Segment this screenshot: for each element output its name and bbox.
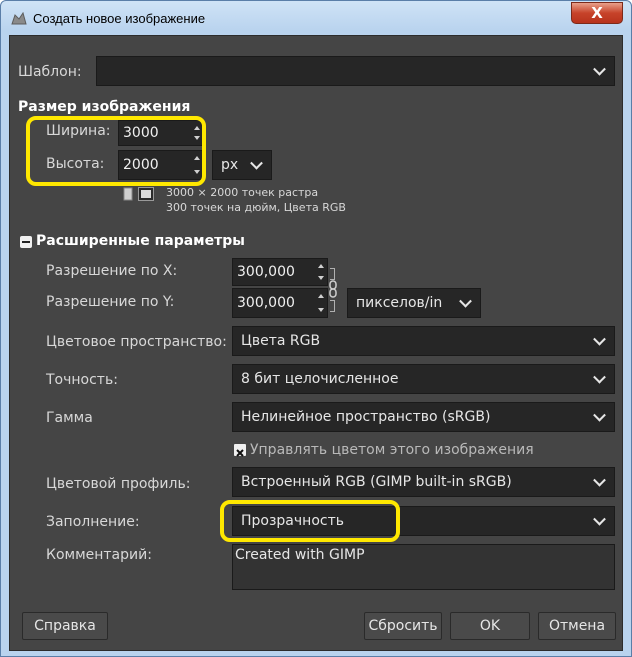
title-bar[interactable]: Создать новое изображение X xyxy=(1,1,631,35)
xres-label: Разрешение по X: xyxy=(46,263,178,279)
unit-value: px xyxy=(221,157,239,173)
manage-color-checkbox[interactable] xyxy=(234,444,246,457)
fill-highlight xyxy=(220,500,400,542)
dialog-window: Создать новое изображение X Шаблон: Разм… xyxy=(0,0,632,657)
chevron-down-icon xyxy=(250,156,263,170)
landscape-icon[interactable] xyxy=(138,187,154,201)
fill-label: Заполнение: xyxy=(46,514,140,530)
yres-stepper[interactable] xyxy=(315,289,327,317)
comment-label: Комментарий: xyxy=(46,547,152,563)
ok-button[interactable]: OK xyxy=(450,612,530,640)
image-info-pixels: 3000 × 2000 точек растра xyxy=(166,186,319,199)
xres-stepper[interactable] xyxy=(315,259,327,285)
chevron-down-icon xyxy=(593,62,606,76)
profile-combo[interactable]: Встроенный RGB (GIMP built-in sRGB) xyxy=(232,467,615,497)
window-title: Создать новое изображение xyxy=(33,11,206,26)
comment-textarea[interactable]: Created with GIMP xyxy=(232,544,615,590)
chevron-down-icon xyxy=(593,332,606,346)
xres-value: 300,000 xyxy=(237,264,295,280)
image-size-heading: Размер изображения xyxy=(18,99,191,115)
gamma-value: Нелинейное пространство (sRGB) xyxy=(241,409,491,425)
help-button[interactable]: Справка xyxy=(22,612,108,640)
colorspace-value: Цвета RGB xyxy=(241,333,321,349)
profile-value: Встроенный RGB (GIMP built-in sRGB) xyxy=(241,474,512,490)
chevron-down-icon xyxy=(593,370,606,384)
manage-color-label[interactable]: Управлять цветом этого изображения xyxy=(250,442,534,458)
cancel-button[interactable]: Отмена xyxy=(538,612,616,640)
colorspace-combo[interactable]: Цвета RGB xyxy=(232,326,615,356)
colorspace-label: Цветовое пространство: xyxy=(46,334,227,350)
chevron-down-icon xyxy=(459,294,472,308)
collapse-icon[interactable] xyxy=(20,236,32,248)
yres-spinbox[interactable]: 300,000 xyxy=(232,288,328,318)
resolution-unit-combo[interactable]: пикселов/in xyxy=(347,288,481,318)
profile-label: Цветовой профиль: xyxy=(46,476,191,492)
width-height-highlight xyxy=(26,116,206,186)
close-button[interactable]: X xyxy=(571,2,623,24)
gimp-app-icon xyxy=(11,12,27,25)
image-info-resolution: 300 точек на дюйм, Цвета RGB xyxy=(166,201,346,214)
gamma-combo[interactable]: Нелинейное пространство (sRGB) xyxy=(232,402,615,432)
precision-label: Точность: xyxy=(46,372,118,388)
template-label: Шаблон: xyxy=(18,64,82,80)
dialog-body: Шаблон: Размер изображения Ширина: 3000 … xyxy=(9,35,623,651)
reset-button[interactable]: Сбросить xyxy=(364,612,442,640)
unit-combo[interactable]: px xyxy=(212,150,272,180)
chevron-down-icon xyxy=(593,512,606,526)
xres-spinbox[interactable]: 300,000 xyxy=(232,258,328,286)
yres-label: Разрешение по Y: xyxy=(46,294,175,310)
precision-combo[interactable]: 8 бит целочисленное xyxy=(232,364,615,394)
template-combo[interactable] xyxy=(96,56,615,86)
yres-value: 300,000 xyxy=(237,295,295,311)
advanced-heading[interactable]: Расширенные параметры xyxy=(36,233,245,249)
chain-bracket-top xyxy=(330,268,335,280)
portrait-icon[interactable] xyxy=(122,187,134,201)
precision-value: 8 бит целочисленное xyxy=(241,371,399,387)
chevron-down-icon xyxy=(593,408,606,422)
chevron-down-icon xyxy=(593,473,606,487)
checkmark-icon xyxy=(236,449,244,457)
comment-value: Created with GIMP xyxy=(235,547,365,563)
resolution-unit-value: пикселов/in xyxy=(356,295,443,311)
chain-bracket-bottom xyxy=(330,300,335,312)
chain-link-icon[interactable] xyxy=(328,280,338,298)
gamma-label: Гамма xyxy=(46,410,93,426)
